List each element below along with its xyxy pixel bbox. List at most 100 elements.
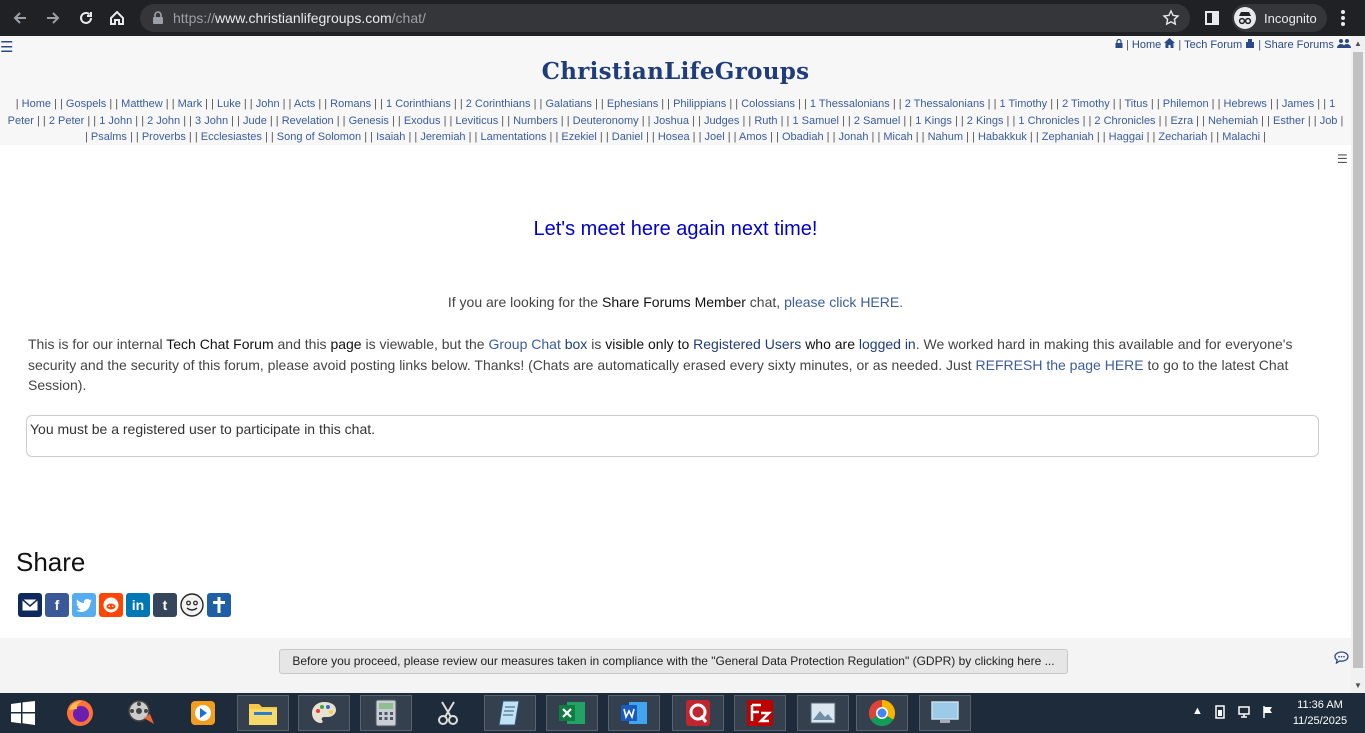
book-link-zephaniah[interactable]: Zephaniah — [1042, 131, 1094, 143]
book-link-nahum[interactable]: Nahum — [928, 131, 963, 143]
book-link-ecclesiastes[interactable]: Ecclesiastes — [201, 131, 262, 143]
book-link-2-chronicles[interactable]: 2 Chronicles — [1094, 115, 1155, 127]
book-link-acts[interactable]: Acts — [294, 98, 315, 110]
book-link-1-kings[interactable]: 1 Kings — [915, 115, 952, 127]
book-link-2-timothy[interactable]: 2 Timothy — [1062, 98, 1110, 110]
book-link-ruth[interactable]: Ruth — [754, 115, 777, 127]
book-link-titus[interactable]: Titus — [1124, 98, 1147, 110]
book-link-galatians[interactable]: Galatians — [545, 98, 591, 110]
book-link-leviticus[interactable]: Leviticus — [455, 115, 498, 127]
book-link-2-peter[interactable]: 2 Peter — [49, 115, 84, 127]
book-link-exodus[interactable]: Exodus — [404, 115, 441, 127]
scroll-down-arrow-icon[interactable]: ▼ — [1354, 681, 1362, 690]
book-link-daniel[interactable]: Daniel — [612, 131, 643, 143]
book-link-hebrews[interactable]: Hebrews — [1224, 98, 1267, 110]
share-cross-button[interactable] — [207, 593, 231, 617]
book-link-revelation[interactable]: Revelation — [282, 115, 334, 127]
share-smiley-button[interactable] — [180, 593, 204, 617]
book-link-psalms[interactable]: Psalms — [91, 131, 127, 143]
book-link-zechariah[interactable]: Zechariah — [1158, 131, 1207, 143]
reload-button[interactable] — [74, 6, 98, 30]
book-link-matthew[interactable]: Matthew — [121, 98, 163, 110]
book-link-3-john[interactable]: 3 John — [195, 115, 228, 127]
incognito-badge[interactable]: Incognito — [1232, 4, 1327, 32]
taskbar-media-center[interactable] — [115, 695, 167, 731]
refresh-page-link[interactable]: REFRESH the page HERE — [976, 357, 1144, 373]
book-link-2-corinthians[interactable]: 2 Corinthians — [466, 98, 531, 110]
right-menu-button[interactable]: ☰ — [1337, 152, 1348, 166]
taskbar-photo-viewer[interactable] — [797, 695, 849, 731]
taskbar-excel[interactable] — [546, 695, 598, 731]
forward-button[interactable] — [41, 6, 65, 30]
back-button[interactable] — [8, 6, 32, 30]
taskbar-word[interactable] — [608, 695, 660, 731]
book-link-deuteronomy[interactable]: Deuteronomy — [573, 115, 639, 127]
book-link-proverbs[interactable]: Proverbs — [142, 131, 186, 143]
taskbar-chrome[interactable] — [856, 695, 908, 731]
book-link-esther[interactable]: Esther — [1273, 115, 1305, 127]
book-link-amos[interactable]: Amos — [739, 131, 767, 143]
share-twitter-button[interactable] — [72, 593, 96, 617]
book-link-philemon[interactable]: Philemon — [1163, 98, 1209, 110]
gdpr-button[interactable]: Before you proceed, please review our me… — [279, 649, 1068, 674]
book-link-jude[interactable]: Jude — [243, 115, 267, 127]
chat-bubble-button[interactable] — [1334, 651, 1349, 669]
book-link-philippians[interactable]: Philippians — [673, 98, 726, 110]
taskbar-qt-app[interactable] — [672, 695, 724, 731]
book-link-numbers[interactable]: Numbers — [513, 115, 558, 127]
taskbar-filezilla[interactable] — [734, 695, 786, 731]
registered-users-link[interactable]: Registered Users — [693, 336, 801, 352]
taskbar-calculator[interactable] — [360, 695, 412, 731]
hamburger-menu-button[interactable]: ☰ — [0, 38, 13, 56]
taskbar-remote-desktop[interactable] — [919, 695, 971, 731]
book-link-lamentations[interactable]: Lamentations — [480, 131, 546, 143]
share-reddit-button[interactable] — [99, 593, 123, 617]
network-icon[interactable] — [1237, 705, 1251, 719]
site-logo[interactable]: ChristianLifeGroups — [0, 58, 1351, 85]
book-link-hosea[interactable]: Hosea — [658, 131, 690, 143]
book-link-job[interactable]: Job — [1320, 115, 1338, 127]
book-link-isaiah[interactable]: Isaiah — [376, 131, 405, 143]
book-link-joel[interactable]: Joel — [705, 131, 725, 143]
book-link-nehemiah[interactable]: Nehemiah — [1208, 115, 1258, 127]
book-link-2-john[interactable]: 2 John — [147, 115, 180, 127]
chrome-menu-button[interactable] — [1331, 6, 1355, 30]
top-link-home[interactable]: Home — [1132, 39, 1161, 51]
scrollbar-thumb[interactable] — [1353, 52, 1363, 668]
book-link-joshua[interactable]: Joshua — [654, 115, 689, 127]
book-link-malachi[interactable]: Malachi — [1222, 131, 1260, 143]
action-center-flag-icon[interactable] — [1261, 705, 1275, 719]
home-button[interactable] — [105, 6, 129, 30]
share-forums-chat-link[interactable]: please click HERE. — [784, 294, 903, 310]
logged-in-link[interactable]: logged in — [859, 336, 916, 352]
taskbar-snipping-tool[interactable] — [422, 695, 474, 731]
bookmark-star-icon[interactable] — [1162, 9, 1180, 27]
book-link-1-samuel[interactable]: 1 Samuel — [792, 115, 838, 127]
book-link-2-thessalonians[interactable]: 2 Thessalonians — [905, 98, 985, 110]
book-link-romans[interactable]: Romans — [330, 98, 371, 110]
share-facebook-button[interactable]: f — [45, 593, 69, 617]
book-link-john[interactable]: John — [256, 98, 280, 110]
book-link-gospels[interactable]: Gospels — [66, 98, 106, 110]
book-link-luke[interactable]: Luke — [217, 98, 241, 110]
show-hidden-icons-chevron-icon[interactable]: ▲ — [1192, 705, 1203, 719]
book-link-ephesians[interactable]: Ephesians — [607, 98, 658, 110]
start-button[interactable] — [0, 695, 46, 731]
book-link-song-of-solomon[interactable]: Song of Solomon — [277, 131, 361, 143]
book-link-home[interactable]: Home — [22, 98, 51, 110]
book-link-2-samuel[interactable]: 2 Samuel — [854, 115, 900, 127]
book-link-haggai[interactable]: Haggai — [1109, 131, 1144, 143]
taskbar-paint[interactable] — [298, 695, 350, 731]
battery-network-icon[interactable] — [1213, 705, 1227, 719]
book-link-james[interactable]: James — [1282, 98, 1314, 110]
book-link-mark[interactable]: Mark — [178, 98, 202, 110]
book-link-micah[interactable]: Micah — [883, 131, 912, 143]
book-link-1-john[interactable]: 1 John — [99, 115, 132, 127]
book-link-ezra[interactable]: Ezra — [1170, 115, 1193, 127]
book-link-ezekiel[interactable]: Ezekiel — [561, 131, 596, 143]
address-bar[interactable]: https://www.christianlifegroups.com/chat… — [140, 4, 1190, 32]
book-link-1-timothy[interactable]: 1 Timothy — [999, 98, 1047, 110]
book-link-genesis[interactable]: Genesis — [349, 115, 389, 127]
page-scrollbar[interactable]: ▲ ▼ — [1351, 36, 1365, 694]
taskbar-firefox[interactable] — [54, 695, 106, 731]
